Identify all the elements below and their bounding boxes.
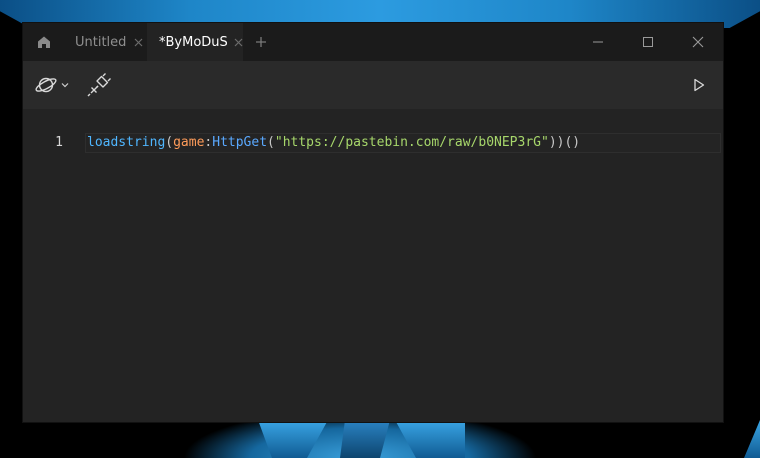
tab-label: *ByMoDuS <box>159 34 228 50</box>
play-icon <box>694 78 705 92</box>
home-icon <box>38 36 50 48</box>
run-button[interactable] <box>685 69 713 101</box>
title-bar: Untitled *ByMoDuS <box>23 23 723 61</box>
wallpaper-shard <box>744 420 760 458</box>
editor-window: Untitled *ByMoDuS 1 loadstring(game:Http… <box>23 23 723 422</box>
minimize-button[interactable] <box>575 23 621 61</box>
attach-button[interactable] <box>83 69 115 101</box>
maximize-button[interactable] <box>625 23 671 61</box>
home-button[interactable] <box>31 29 57 55</box>
maximize-icon <box>643 37 653 47</box>
tab-label: Untitled <box>75 34 127 50</box>
close-icon <box>692 36 704 48</box>
line-number: 1 <box>55 135 63 150</box>
tab-close-button[interactable] <box>132 36 144 48</box>
wallpaper-shard <box>395 420 465 458</box>
close-icon <box>134 38 143 46</box>
code-token-global: game <box>173 135 205 150</box>
code-token-string: "https://pastebin.com/raw/b0NEP3rG" <box>274 135 549 150</box>
close-window-button[interactable] <box>675 23 721 61</box>
wallpaper-shard <box>258 420 328 458</box>
planet-icon <box>34 77 57 93</box>
minimize-icon <box>593 41 603 43</box>
wallpaper-shard <box>340 420 390 458</box>
close-icon <box>234 38 243 46</box>
tab-bymodus[interactable]: *ByMoDuS <box>147 23 243 61</box>
toolbar <box>23 61 723 109</box>
code-token-function: loadstring <box>87 135 166 150</box>
code-token-paren: ( <box>165 135 174 150</box>
code-line[interactable]: loadstring(game:HttpGet("https://pastebi… <box>87 135 580 151</box>
tab-close-button[interactable] <box>234 36 243 48</box>
chevron-down-icon <box>61 83 68 88</box>
plus-icon <box>256 37 266 47</box>
plug-icon <box>87 73 111 97</box>
code-token-paren: ( <box>267 135 275 150</box>
code-token-method: HttpGet <box>212 135 268 150</box>
tab-untitled[interactable]: Untitled <box>63 23 147 61</box>
code-token-close-parens: ))() <box>548 135 581 150</box>
planet-menu-button[interactable] <box>31 69 71 101</box>
new-tab-button[interactable] <box>251 32 271 52</box>
code-editor[interactable]: 1 loadstring(game:HttpGet("https://paste… <box>23 109 723 422</box>
